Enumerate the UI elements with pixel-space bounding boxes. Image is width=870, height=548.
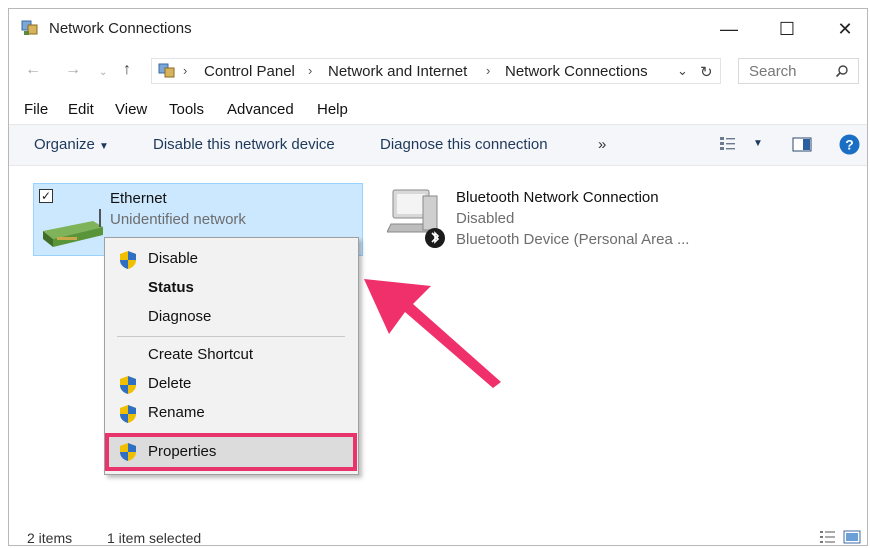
svg-text:?: ? [845, 137, 854, 153]
context-properties-label: Properties [148, 443, 217, 460]
diagnose-connection-button[interactable]: Diagnose this connection [380, 136, 548, 153]
command-bar: Organize ▼ Disable this network device D… [9, 124, 867, 166]
search-icon[interactable] [835, 64, 849, 78]
ethernet-status: Unidentified network [110, 211, 246, 228]
breadcrumb-separator-icon: › [308, 63, 313, 78]
context-diagnose-item[interactable]: Diagnose [105, 303, 358, 331]
menu-tools[interactable]: Tools [169, 101, 204, 118]
network-connections-window: Network Connections — ☐ ✕ ← → ⌄ ↑ › Cont… [8, 8, 868, 546]
bluetooth-device: Bluetooth Device (Personal Area ... [456, 231, 690, 248]
annotation-arrow-icon [364, 279, 501, 388]
preview-pane-icon[interactable] [792, 137, 812, 152]
breadcrumb-network-connections[interactable]: Network Connections [505, 63, 648, 80]
back-arrow-icon[interactable]: ← [25, 61, 41, 79]
address-dropdown-chevron-icon[interactable]: ⌄ [677, 63, 688, 79]
menu-advanced[interactable]: Advanced [227, 101, 294, 118]
view-dropdown-icon[interactable]: ▼ [753, 138, 763, 149]
context-create-shortcut-item[interactable]: Create Shortcut [105, 341, 358, 369]
menu-view[interactable]: View [115, 101, 147, 118]
organize-label: Organize [34, 136, 95, 153]
network-connections-icon [21, 20, 38, 35]
bluetooth-status: Disabled [456, 210, 515, 227]
more-commands-button[interactable]: » [598, 136, 606, 153]
address-bar[interactable]: › Control Panel › Network and Internet ›… [151, 58, 721, 84]
search-box[interactable]: Search [738, 58, 859, 84]
ethernet-checkbox[interactable]: ✓ [39, 189, 53, 203]
status-item-count: 2 items [27, 530, 73, 546]
context-diagnose-label: Diagnose [148, 308, 212, 325]
context-create-shortcut-label: Create Shortcut [148, 346, 254, 363]
context-properties-item[interactable]: Properties [105, 433, 357, 471]
close-button[interactable]: ✕ [817, 9, 867, 49]
up-arrow-icon[interactable]: ↑ [123, 61, 131, 79]
menu-help[interactable]: Help [317, 101, 348, 118]
menu-bar: File Edit View Tools Advanced Help [9, 98, 867, 122]
large-icons-view-icon[interactable] [843, 529, 861, 545]
help-icon[interactable]: ? [839, 134, 860, 155]
context-rename-item[interactable]: Rename [105, 399, 358, 427]
uac-shield-icon [120, 405, 136, 423]
forward-arrow-icon[interactable]: → [65, 61, 81, 79]
uac-shield-icon [120, 251, 136, 269]
title-bar: Network Connections — ☐ ✕ [9, 9, 867, 51]
context-delete-item[interactable]: Delete [105, 370, 358, 398]
breadcrumb-separator-icon: › [486, 63, 491, 78]
menu-edit[interactable]: Edit [68, 101, 94, 118]
uac-shield-icon [120, 376, 136, 394]
context-separator [117, 336, 345, 337]
control-panel-icon [158, 63, 175, 78]
ethernet-adapter-icon [43, 209, 103, 247]
context-rename-label: Rename [148, 404, 205, 421]
change-view-icon[interactable] [719, 136, 737, 152]
uac-shield-icon [120, 443, 136, 461]
context-delete-label: Delete [148, 375, 192, 392]
status-selection: 1 item selected [107, 530, 202, 546]
organize-dropdown-icon: ▼ [99, 141, 109, 152]
ethernet-name: Ethernet [110, 190, 167, 207]
context-status-item[interactable]: Status [105, 274, 358, 302]
details-view-icon[interactable] [819, 529, 837, 545]
menu-file[interactable]: File [24, 101, 48, 118]
breadcrumb-network-and-internet[interactable]: Network and Internet [328, 63, 467, 80]
recent-locations-chevron-icon[interactable]: ⌄ [99, 67, 107, 78]
bluetooth-network-icon[interactable] [387, 186, 447, 252]
bluetooth-name: Bluetooth Network Connection [456, 189, 659, 206]
search-placeholder: Search [749, 63, 797, 80]
organize-button[interactable]: Organize ▼ [34, 136, 109, 153]
minimize-button[interactable]: — [701, 9, 757, 49]
breadcrumb-control-panel[interactable]: Control Panel [204, 63, 295, 80]
context-disable-label: Disable [148, 250, 199, 267]
context-status-label: Status [148, 279, 194, 296]
refresh-icon[interactable]: ↻ [700, 63, 713, 81]
breadcrumb-separator-icon: › [183, 63, 188, 78]
maximize-button[interactable]: ☐ [759, 9, 815, 49]
window-title: Network Connections [49, 20, 192, 37]
disable-device-button[interactable]: Disable this network device [153, 136, 335, 153]
context-disable-item[interactable]: Disable [105, 245, 358, 273]
